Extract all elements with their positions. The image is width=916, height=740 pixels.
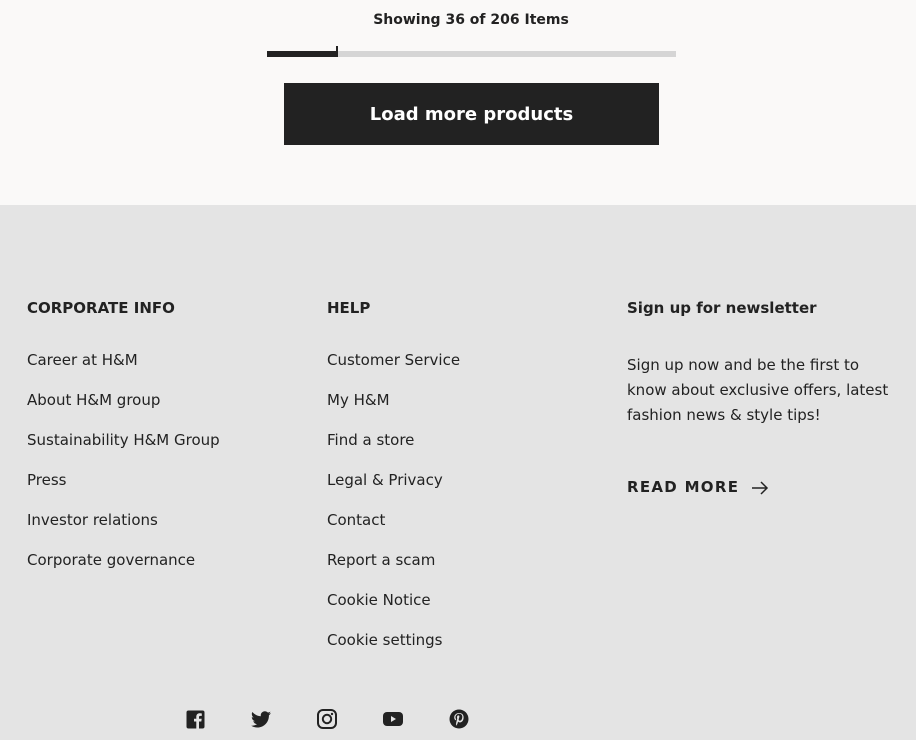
footer-link-corporate-governance[interactable]: Corporate governance (27, 551, 195, 569)
pagination-section: Showing 36 of 206 Items Load more produc… (0, 0, 916, 205)
list-item: Cookie settings (327, 630, 607, 670)
load-progress-bar (267, 46, 676, 57)
list-item: Report a scam (327, 550, 607, 590)
load-more-button[interactable]: Load more products (284, 83, 659, 145)
footer-link-find-store[interactable]: Find a store (327, 431, 414, 449)
help-links: Customer Service My H&M Find a store Leg… (327, 350, 607, 670)
footer-link-customer-service[interactable]: Customer Service (327, 351, 460, 369)
footer-link-report-scam[interactable]: Report a scam (327, 551, 435, 569)
list-item: Corporate governance (27, 550, 307, 590)
list-item: About H&M group (27, 390, 307, 430)
help-column: HELP Customer Service My H&M Find a stor… (327, 298, 460, 649)
list-item: My H&M (327, 390, 607, 430)
showing-count-text: Showing 36 of 206 Items (373, 12, 569, 28)
social-links (183, 707, 513, 731)
footer-link-career[interactable]: Career at H&M (27, 351, 138, 369)
newsletter-description: Sign up now and be the first to know abo… (627, 356, 889, 424)
facebook-icon[interactable] (183, 707, 207, 731)
footer-link-press[interactable]: Press (27, 471, 66, 489)
read-more-label: READ MORE (627, 478, 740, 496)
footer-link-cookie-settings[interactable]: Cookie settings (327, 631, 443, 649)
arrow-right-icon (751, 480, 769, 495)
list-item: Investor relations (27, 510, 307, 550)
footer-link-contact[interactable]: Contact (327, 511, 385, 529)
list-item: Sustainability H&M Group (27, 430, 307, 470)
list-item: Legal & Privacy (327, 470, 607, 510)
list-item: Customer Service (327, 350, 607, 390)
footer-link-about-group[interactable]: About H&M group (27, 391, 160, 409)
newsletter-heading: Sign up for newsletter (627, 299, 817, 317)
list-item: Contact (327, 510, 607, 550)
footer-link-my-hm[interactable]: My H&M (327, 391, 390, 409)
list-item: Find a store (327, 430, 607, 470)
footer-link-legal-privacy[interactable]: Legal & Privacy (327, 471, 443, 489)
instagram-icon[interactable] (315, 707, 339, 731)
list-item: Cookie Notice (327, 590, 607, 630)
help-heading: HELP (327, 299, 371, 317)
twitter-icon[interactable] (249, 707, 273, 731)
footer-link-cookie-notice[interactable]: Cookie Notice (327, 591, 431, 609)
corporate-info-heading: CORPORATE INFO (27, 299, 175, 317)
corporate-info-links: Career at H&M About H&M group Sustainabi… (27, 350, 307, 590)
read-more-link[interactable]: READ MORE (627, 478, 769, 496)
site-footer: CORPORATE INFO Career at H&M About H&M g… (0, 205, 916, 740)
list-item: Press (27, 470, 307, 510)
load-progress-fill (267, 51, 338, 57)
list-item: Career at H&M (27, 350, 307, 390)
load-progress-marker (336, 46, 338, 57)
pinterest-icon[interactable] (447, 707, 471, 731)
footer-link-sustainability[interactable]: Sustainability H&M Group (27, 431, 220, 449)
newsletter-column: Sign up for newsletter Sign up now and b… (627, 298, 907, 496)
corporate-info-column: CORPORATE INFO Career at H&M About H&M g… (27, 298, 220, 569)
youtube-icon[interactable] (381, 707, 405, 731)
footer-link-investor-relations[interactable]: Investor relations (27, 511, 158, 529)
